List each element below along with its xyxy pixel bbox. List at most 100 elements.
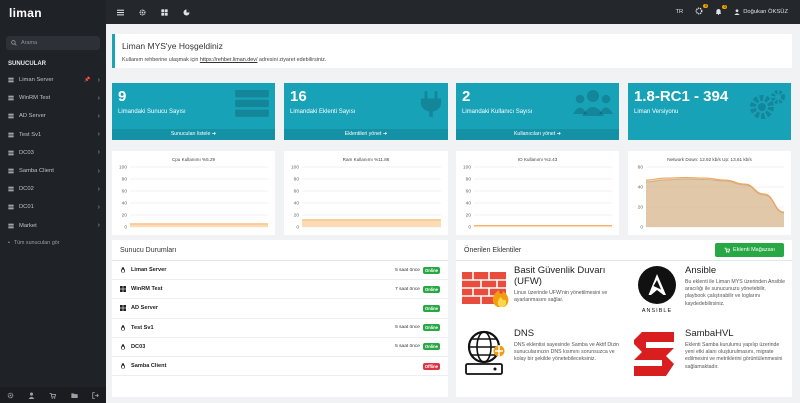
y-tick-label: 60 xyxy=(294,189,300,195)
stat-label: Limandaki Eklenti Sayısı xyxy=(290,109,356,115)
arrow-circle-icon: ➜ xyxy=(211,131,217,137)
app-logo[interactable]: liman xyxy=(0,0,106,26)
last-seen: 5 saat önce xyxy=(395,344,420,350)
settings-icon[interactable] xyxy=(7,391,15,399)
network-chart: Network Down: 12.92 kb/s Up: 13.61 kb/s 0… xyxy=(628,151,791,235)
sidebar-item-server[interactable]: Samba Client › xyxy=(0,162,106,180)
gear-icon[interactable] xyxy=(138,8,146,16)
notification-badge: 0 xyxy=(722,4,728,9)
y-tick-label: 20 xyxy=(294,213,300,219)
users-icon xyxy=(573,90,613,116)
cpu-chart: Cpu Kullanımı %5.29 0 20 40 60 80 100 xyxy=(112,151,275,235)
guide-link[interactable]: https://rehber.liman.dev/ xyxy=(200,57,258,63)
welcome-text: Kullanım rehberine ulaşmak için https://… xyxy=(122,57,792,63)
chevron-right-icon[interactable]: › xyxy=(98,168,100,175)
user-menu[interactable]: Doğukan ÖKSÜZ xyxy=(734,9,788,15)
status-badge: Online xyxy=(422,343,440,351)
sidebar-item-server[interactable]: Liman Server 📌 › xyxy=(0,71,106,89)
stat-label: Limandaki Kullanıcı Sayısı xyxy=(462,109,533,115)
server-status-row[interactable]: Liman Server 5 saat önce Online xyxy=(112,261,448,281)
sidebar-item-server[interactable]: AD Server › xyxy=(0,107,106,125)
sidebar-item-label: Market xyxy=(19,222,37,229)
extension-ansible[interactable]: Ansible Bu eklenti ile Liman MYS üzerind… xyxy=(685,265,787,308)
server-status-row[interactable]: AD Server Online xyxy=(112,299,448,319)
chevron-right-icon[interactable]: › xyxy=(98,149,100,156)
extension-name: Ansible xyxy=(685,265,717,276)
y-tick-label: 60 xyxy=(638,165,644,171)
folder-icon[interactable] xyxy=(70,391,78,399)
extension-ufw[interactable]: Basit Güvenlik Duvarı (UFW) Linux üzerin… xyxy=(514,265,619,304)
y-tick-label: 40 xyxy=(122,201,128,207)
y-tick-label: 40 xyxy=(466,201,472,207)
grid-icon[interactable] xyxy=(160,8,168,16)
server-status-row[interactable]: Test Sv1 5 saat önce Online xyxy=(112,319,448,338)
last-seen: 5 saat önce xyxy=(395,267,420,273)
tasks-icon[interactable]: 0 xyxy=(695,4,709,17)
y-tick-label: 80 xyxy=(466,177,472,183)
logout-icon[interactable] xyxy=(91,391,99,399)
last-seen: 5 saat önce xyxy=(395,325,420,331)
recommended-extensions-panel: Önerilen Eklentiler Eklenti Mağazası Bas… xyxy=(456,240,792,397)
server-icon xyxy=(8,77,14,83)
server-status-list: Liman Server 5 saat önce Online WinRM Test 7… xyxy=(112,261,448,377)
sidebar-item-server[interactable]: WinRM Test › xyxy=(0,89,106,107)
search-input[interactable]: Arama xyxy=(6,36,100,50)
manage-extensions-link[interactable]: Eklentileri yönet ➜ xyxy=(284,129,448,140)
y-tick-label: 100 xyxy=(119,165,127,171)
stat-value: 1.8-RC1 - 394 xyxy=(634,88,729,105)
server-status-row[interactable]: DC03 5 saat önce Online xyxy=(112,338,448,357)
firewall-icon[interactable] xyxy=(462,266,512,308)
language-selector[interactable]: TR xyxy=(675,9,683,15)
sidebar-item-label: Liman Server xyxy=(19,77,54,84)
chevron-right-icon[interactable]: › xyxy=(98,204,100,211)
extension-name: DNS xyxy=(514,328,535,339)
y-tick-label: 0 xyxy=(640,225,643,231)
bell-icon[interactable]: 0 xyxy=(715,4,728,17)
chevron-right-icon[interactable]: › xyxy=(98,186,100,193)
stat-value: 9 xyxy=(118,88,127,105)
y-tick-label: 20 xyxy=(122,213,128,219)
sidebar-item-server[interactable]: DC03 › xyxy=(0,144,106,162)
sidebar-item-label: WinRM Test xyxy=(19,95,51,102)
dns-icon[interactable] xyxy=(462,327,510,377)
sidebar-footer xyxy=(0,387,106,403)
servers-section-title: SUNUCULAR xyxy=(8,61,46,67)
chevron-right-icon[interactable]: › xyxy=(98,77,100,84)
dot-icon: • xyxy=(8,239,10,246)
stat-label: Limandaki Sunucu Sayısı xyxy=(118,109,186,115)
menu-toggle-icon[interactable] xyxy=(116,8,124,16)
server-icon xyxy=(8,205,14,210)
samba-icon[interactable] xyxy=(634,332,680,376)
pin-icon[interactable]: 📌 xyxy=(84,77,90,83)
all-servers-link[interactable]: • Tüm sunucuları gör xyxy=(0,235,106,251)
server-status-row[interactable]: WinRM Test 7 saat önce Online xyxy=(112,280,448,300)
y-tick-label: 20 xyxy=(466,213,472,219)
server-status-row[interactable]: Samba Client Offline xyxy=(112,357,448,377)
sidebar-item-label: DC03 xyxy=(19,149,34,156)
list-servers-link[interactable]: Sunucuları listele ➜ xyxy=(112,129,275,140)
chart-pie-icon[interactable] xyxy=(182,8,190,16)
status-badge: Online xyxy=(422,266,440,274)
chevron-right-icon[interactable]: › xyxy=(98,222,100,229)
extension-store-button[interactable]: Eklenti Mağazası xyxy=(715,243,784,257)
ansible-logo[interactable]: ANSIBLE xyxy=(634,265,680,314)
chevron-right-icon[interactable]: › xyxy=(98,131,100,138)
user-icon[interactable] xyxy=(28,391,36,399)
sidebar-item-server[interactable]: Market › xyxy=(0,217,106,235)
sidebar-item-server[interactable]: DC02 › xyxy=(0,180,106,198)
sidebar-item-server[interactable]: DC01 › xyxy=(0,198,106,216)
manage-users-link[interactable]: Kullanıcıları yönet ➜ xyxy=(456,129,619,140)
y-tick-label: 0 xyxy=(296,225,299,231)
sidebar-item-server[interactable]: Test Sv1 › xyxy=(0,126,106,144)
chevron-right-icon[interactable]: › xyxy=(98,113,100,120)
extension-dns[interactable]: DNS DNS eklentisi sayesinde Samba ve Akt… xyxy=(514,328,619,364)
io-chart: IO Kullanımı %2.43 0 20 40 60 80 100 xyxy=(456,151,619,235)
server-name: WinRM Test xyxy=(131,286,163,293)
manage-users-label: Kullanıcıları yönet xyxy=(513,131,556,137)
cart-icon[interactable] xyxy=(49,391,57,399)
status-badge: Online xyxy=(422,324,440,332)
chevron-right-icon[interactable]: › xyxy=(98,95,100,102)
sidebar-item-label: AD Server xyxy=(19,113,46,120)
extension-sambahvl[interactable]: SambaHVL Eklenti Samba kurulumu yapılıp … xyxy=(685,328,787,371)
server-status-title: Sunucu Durumları xyxy=(112,240,448,261)
